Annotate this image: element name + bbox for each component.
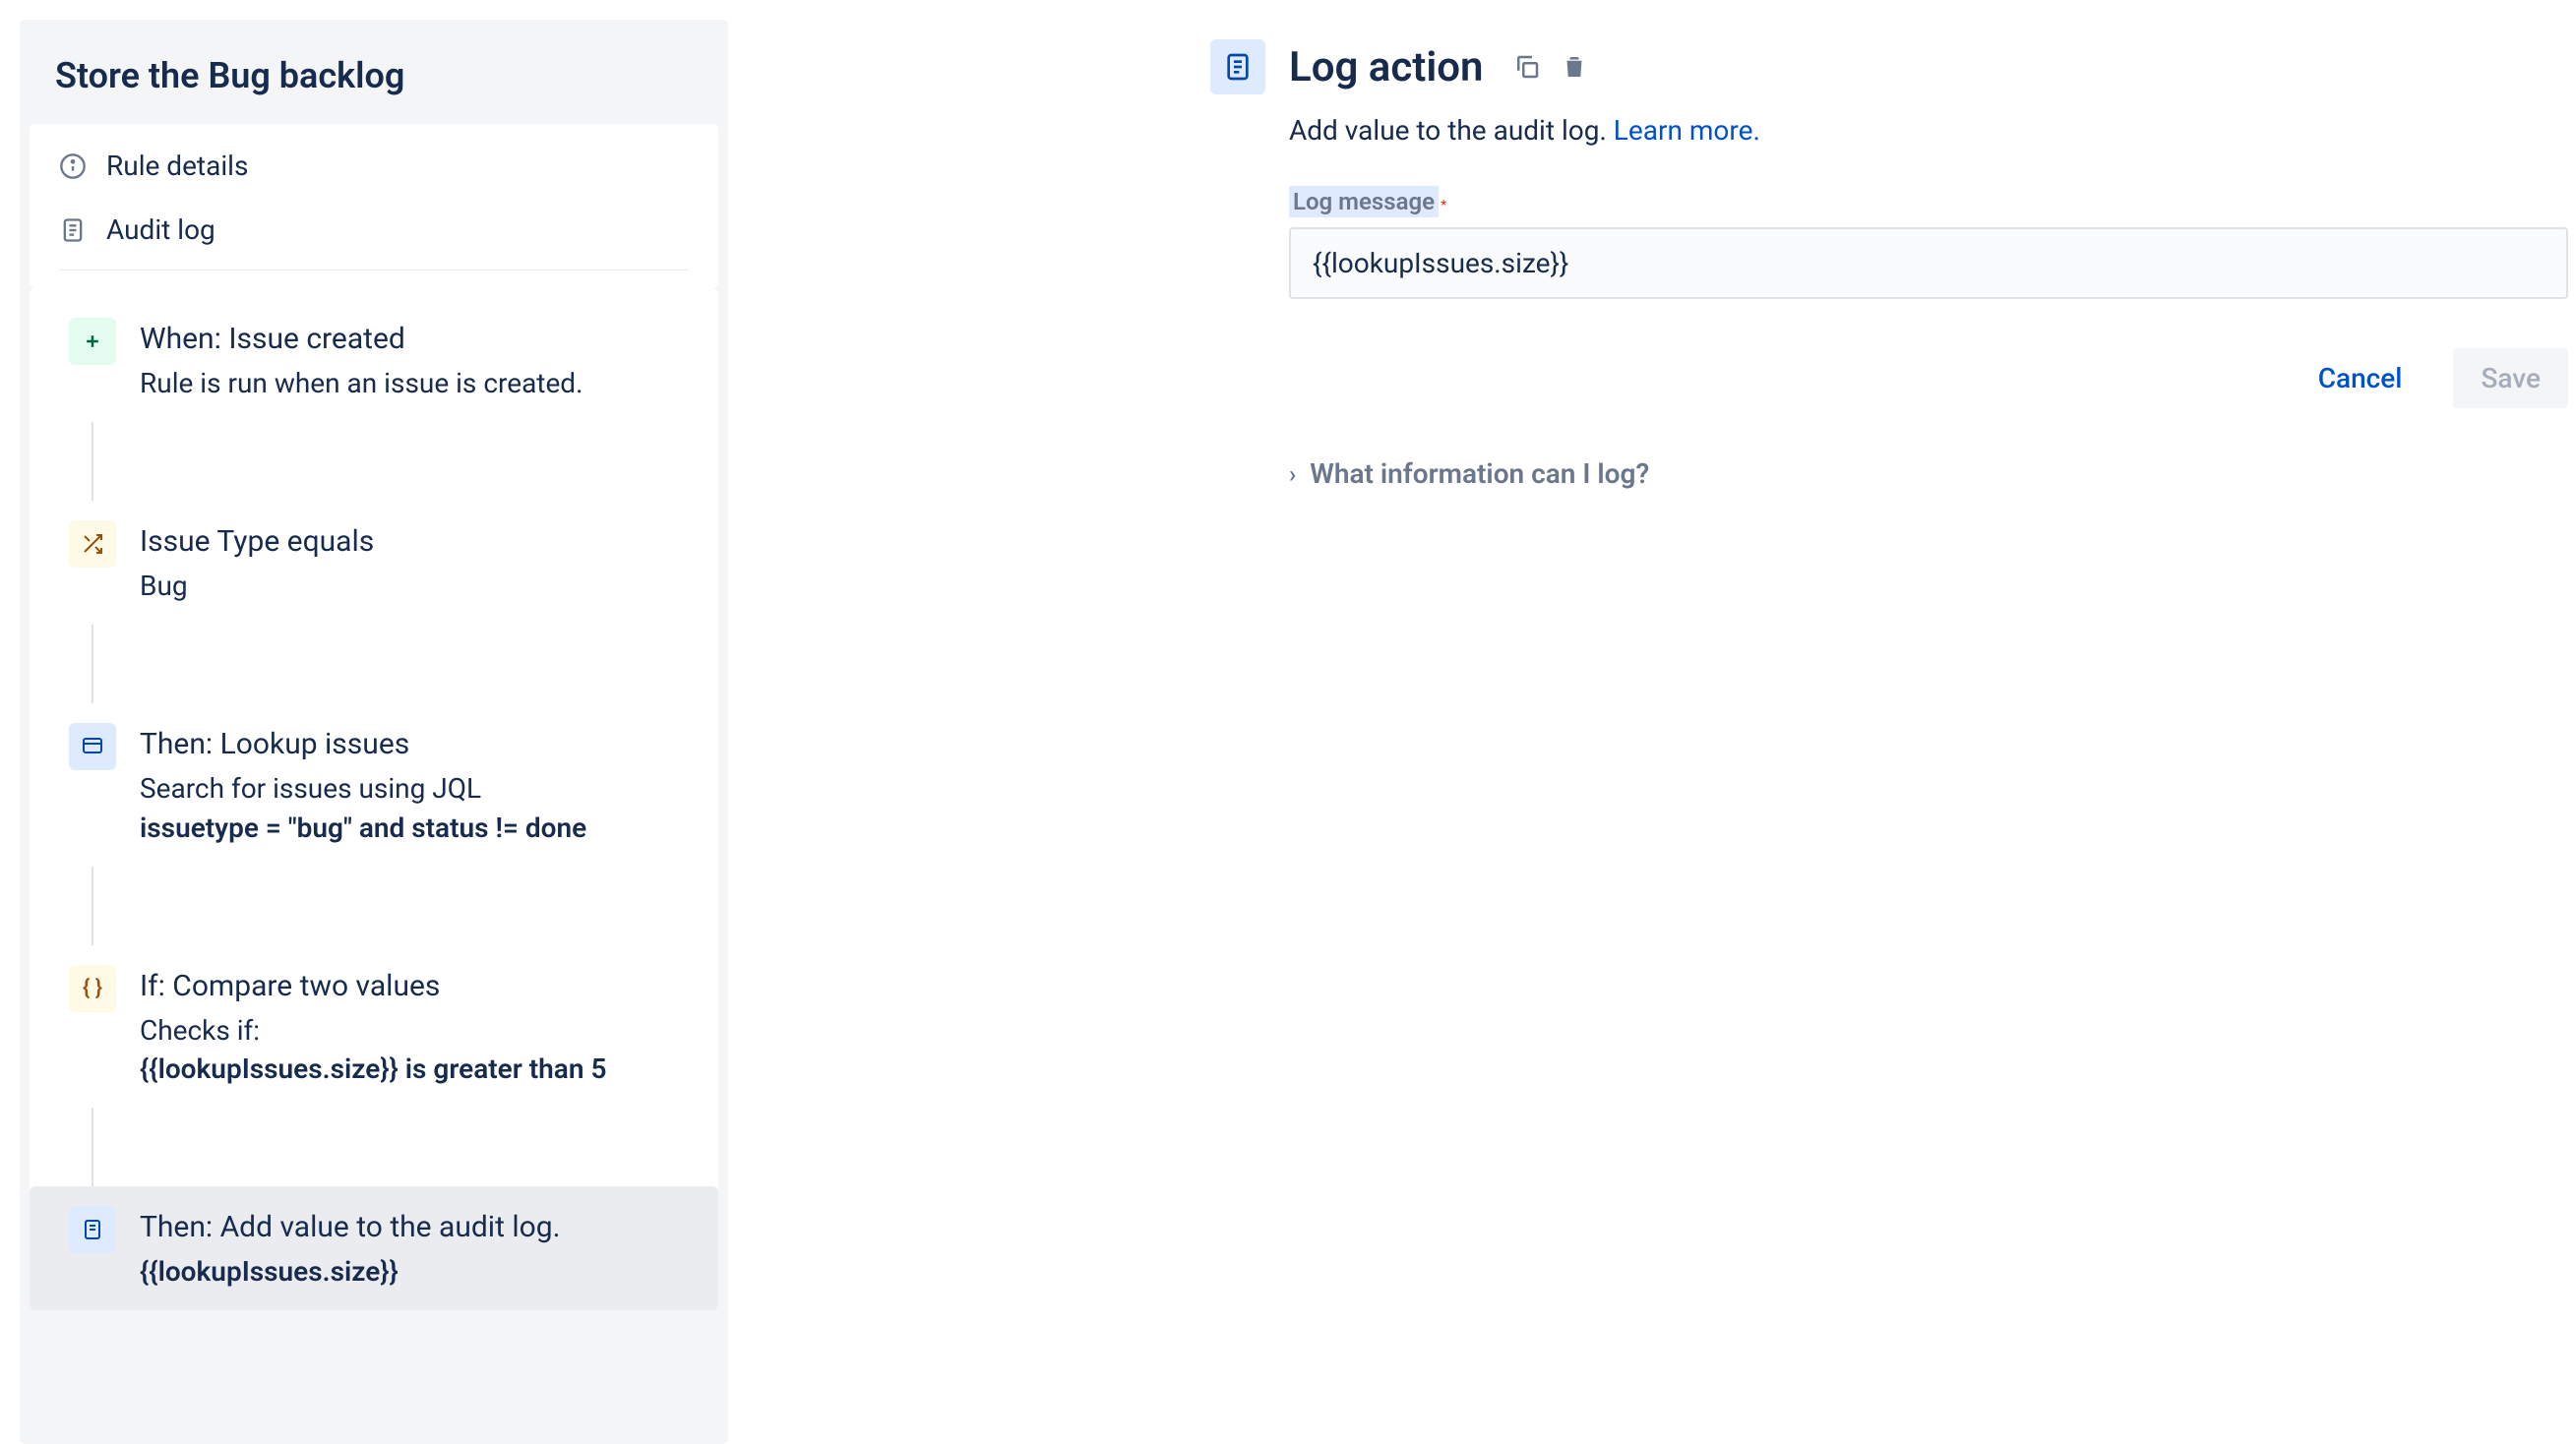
main-title: Log action bbox=[1289, 43, 1484, 91]
delete-button[interactable] bbox=[1555, 47, 1594, 87]
divider bbox=[59, 270, 689, 271]
collapsible-label: What information can I log? bbox=[1310, 457, 1649, 490]
main-header: Log action bbox=[1210, 39, 2576, 94]
step-desc: Search for issues using JQL issuetype = … bbox=[140, 769, 689, 846]
learn-more-link[interactable]: Learn more. bbox=[1614, 114, 1760, 147]
info-collapsible[interactable]: › What information can I log? bbox=[1210, 457, 2576, 490]
cancel-button[interactable]: Cancel bbox=[2291, 348, 2430, 408]
sidebar-link-rule-details[interactable]: Rule details bbox=[30, 134, 718, 198]
step-desc: Bug bbox=[140, 567, 689, 605]
sidebar-link-label: Audit log bbox=[106, 213, 215, 246]
rule-step-condition-issuetype[interactable]: Issue Type equals Bug bbox=[30, 501, 718, 625]
copy-button[interactable] bbox=[1507, 47, 1547, 87]
rule-steps: When: Issue created Rule is run when an … bbox=[30, 288, 718, 1310]
log-icon bbox=[59, 216, 87, 244]
braces-icon: { } bbox=[69, 965, 116, 1012]
sidebar-link-label: Rule details bbox=[106, 150, 248, 182]
required-indicator: * bbox=[1441, 198, 1446, 213]
sidebar-links: Rule details Audit log bbox=[30, 124, 718, 288]
step-title: When: Issue created bbox=[140, 322, 689, 356]
rule-sidebar: Store the Bug backlog Rule details Audit… bbox=[20, 20, 728, 1444]
rule-step-lookup[interactable]: Then: Lookup issues Search for issues us… bbox=[30, 703, 718, 866]
step-title: Then: Add value to the audit log. bbox=[140, 1210, 689, 1244]
rule-step-compare[interactable]: { } If: Compare two values Checks if: {{… bbox=[30, 945, 718, 1108]
sidebar-link-audit-log[interactable]: Audit log bbox=[30, 198, 718, 262]
rule-title: Store the Bug backlog bbox=[20, 55, 728, 124]
rule-step-trigger[interactable]: When: Issue created Rule is run when an … bbox=[30, 298, 718, 422]
save-button[interactable]: Save bbox=[2453, 348, 2568, 408]
main-panel: Log action Add value to the audit log. L… bbox=[728, 0, 2576, 1444]
info-icon bbox=[59, 152, 87, 180]
plus-icon bbox=[69, 318, 116, 365]
lookup-icon bbox=[69, 723, 116, 770]
log-action-header-icon bbox=[1210, 39, 1265, 94]
chevron-right-icon: › bbox=[1289, 460, 1296, 488]
step-title: If: Compare two values bbox=[140, 969, 689, 1003]
step-desc: Rule is run when an issue is created. bbox=[140, 364, 689, 402]
step-desc: {{lookupIssues.size}} bbox=[140, 1252, 689, 1291]
step-title: Issue Type equals bbox=[140, 524, 689, 559]
shuffle-icon bbox=[69, 520, 116, 568]
step-title: Then: Lookup issues bbox=[140, 727, 689, 761]
log-message-input[interactable] bbox=[1289, 227, 2568, 299]
log-action-icon bbox=[69, 1206, 116, 1253]
log-message-label: Log message bbox=[1289, 186, 1439, 217]
rule-step-log[interactable]: Then: Add value to the audit log. {{look… bbox=[30, 1186, 718, 1310]
main-description: Add value to the audit log. Learn more. bbox=[1210, 114, 2576, 147]
step-desc: Checks if: {{lookupIssues.size}} is grea… bbox=[140, 1011, 689, 1088]
